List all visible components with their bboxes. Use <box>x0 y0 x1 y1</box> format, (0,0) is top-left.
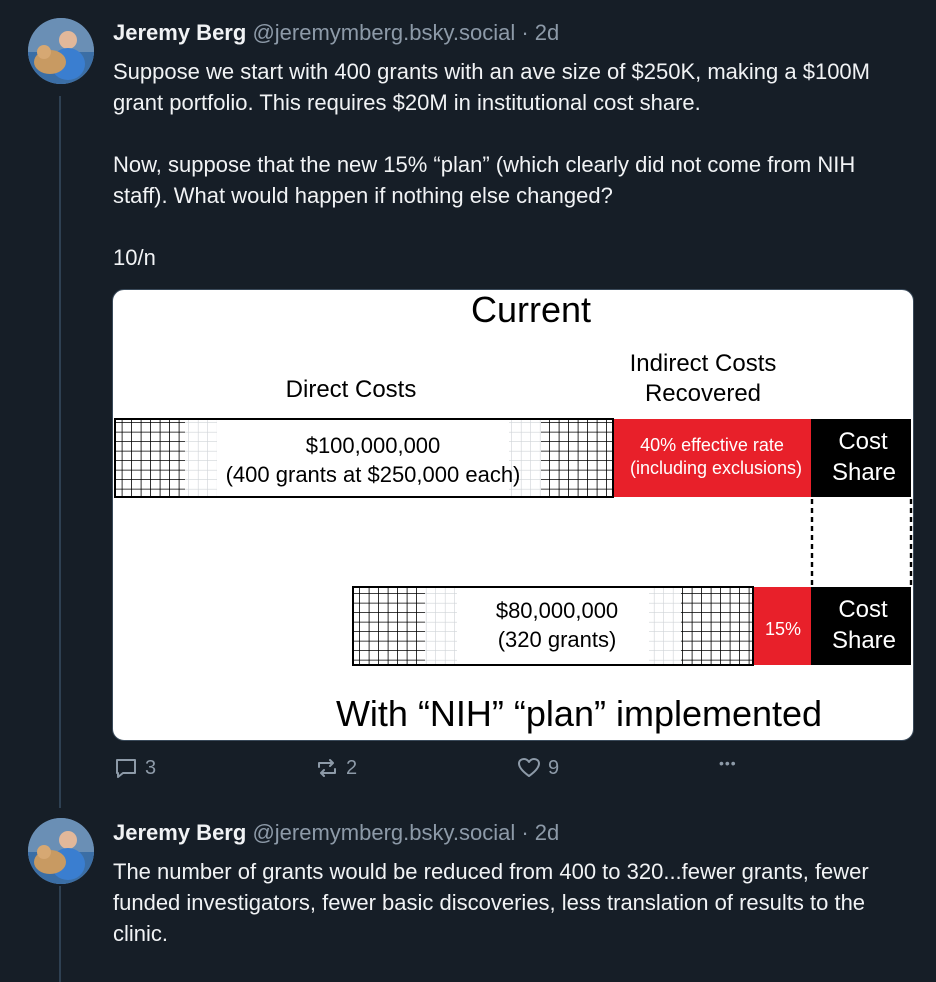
direct-costs-label: Direct Costs <box>286 376 417 403</box>
repost-icon <box>314 755 340 781</box>
reply-count: 3 <box>145 756 157 779</box>
diagram-title: Current <box>471 290 591 330</box>
repost-count: 2 <box>346 756 358 779</box>
post-paragraph: Now, suppose that the new 15% “plan” (wh… <box>113 152 856 208</box>
current-amount: $100,000,000 <box>306 433 441 458</box>
more-options-button[interactable]: ••• <box>719 755 737 771</box>
avatar[interactable] <box>28 18 94 84</box>
exclusions-label: (including exclusions) <box>630 458 802 478</box>
reply-button[interactable]: 3 <box>113 755 156 781</box>
author-handle[interactable]: @jeremymberg.bsky.social <box>252 20 515 45</box>
plan-rate-label: 15% <box>765 619 801 639</box>
plan-amount: $80,000,000 <box>496 598 618 623</box>
post-paragraph: 10/n <box>113 245 156 270</box>
post-actions: 3 2 9 ••• <box>0 755 936 785</box>
author-name[interactable]: Jeremy Berg <box>113 20 246 45</box>
post-header: Jeremy Berg @jeremymberg.bsky.social · 2… <box>113 819 559 847</box>
post-paragraph: Suppose we start with 400 grants with an… <box>113 59 870 115</box>
heart-icon <box>516 755 542 781</box>
cost-share-label: Cost <box>838 428 888 455</box>
current-detail: (400 grants at $250,000 each) <box>226 462 521 487</box>
post-body: The number of grants would be reduced fr… <box>113 856 913 949</box>
separator-dot: · <box>521 20 529 45</box>
post-time[interactable]: 2d <box>535 20 559 45</box>
author-name[interactable]: Jeremy Berg <box>113 820 246 845</box>
reply-icon <box>113 755 139 781</box>
post-header: Jeremy Berg @jeremymberg.bsky.social · 2… <box>113 19 559 47</box>
recovered-label: Recovered <box>645 380 761 407</box>
post-body: Suppose we start with 400 grants with an… <box>113 56 913 273</box>
cost-share-label: Share <box>832 627 896 654</box>
author-handle[interactable]: @jeremymberg.bsky.social <box>252 820 515 845</box>
post-paragraph: The number of grants would be reduced fr… <box>113 859 869 946</box>
thread-line-bottom <box>59 886 61 982</box>
like-count: 9 <box>548 756 560 779</box>
separator-dot: · <box>521 820 529 845</box>
cost-share-label: Share <box>832 459 896 486</box>
plan-bar: $80,000,000 (320 grants) 15% Cost Share <box>352 586 911 666</box>
indirect-costs-label: Indirect Costs <box>630 350 777 377</box>
plan-detail: (320 grants) <box>498 627 617 652</box>
post-time[interactable]: 2d <box>535 820 559 845</box>
thread-line-top <box>59 96 61 808</box>
like-button[interactable]: 9 <box>516 755 559 781</box>
cost-share-label: Cost <box>838 596 888 623</box>
post-image[interactable]: Current Direct Costs Indirect Costs Reco… <box>112 289 914 741</box>
effective-rate-label: 40% effective rate <box>640 435 784 455</box>
diagram-caption: With “NIH” “plan” implemented <box>336 693 822 734</box>
repost-button[interactable]: 2 <box>314 755 357 781</box>
current-bar: $100,000,000 (400 grants at $250,000 eac… <box>114 418 911 498</box>
more-icon: ••• <box>719 755 737 771</box>
avatar[interactable] <box>28 818 94 884</box>
